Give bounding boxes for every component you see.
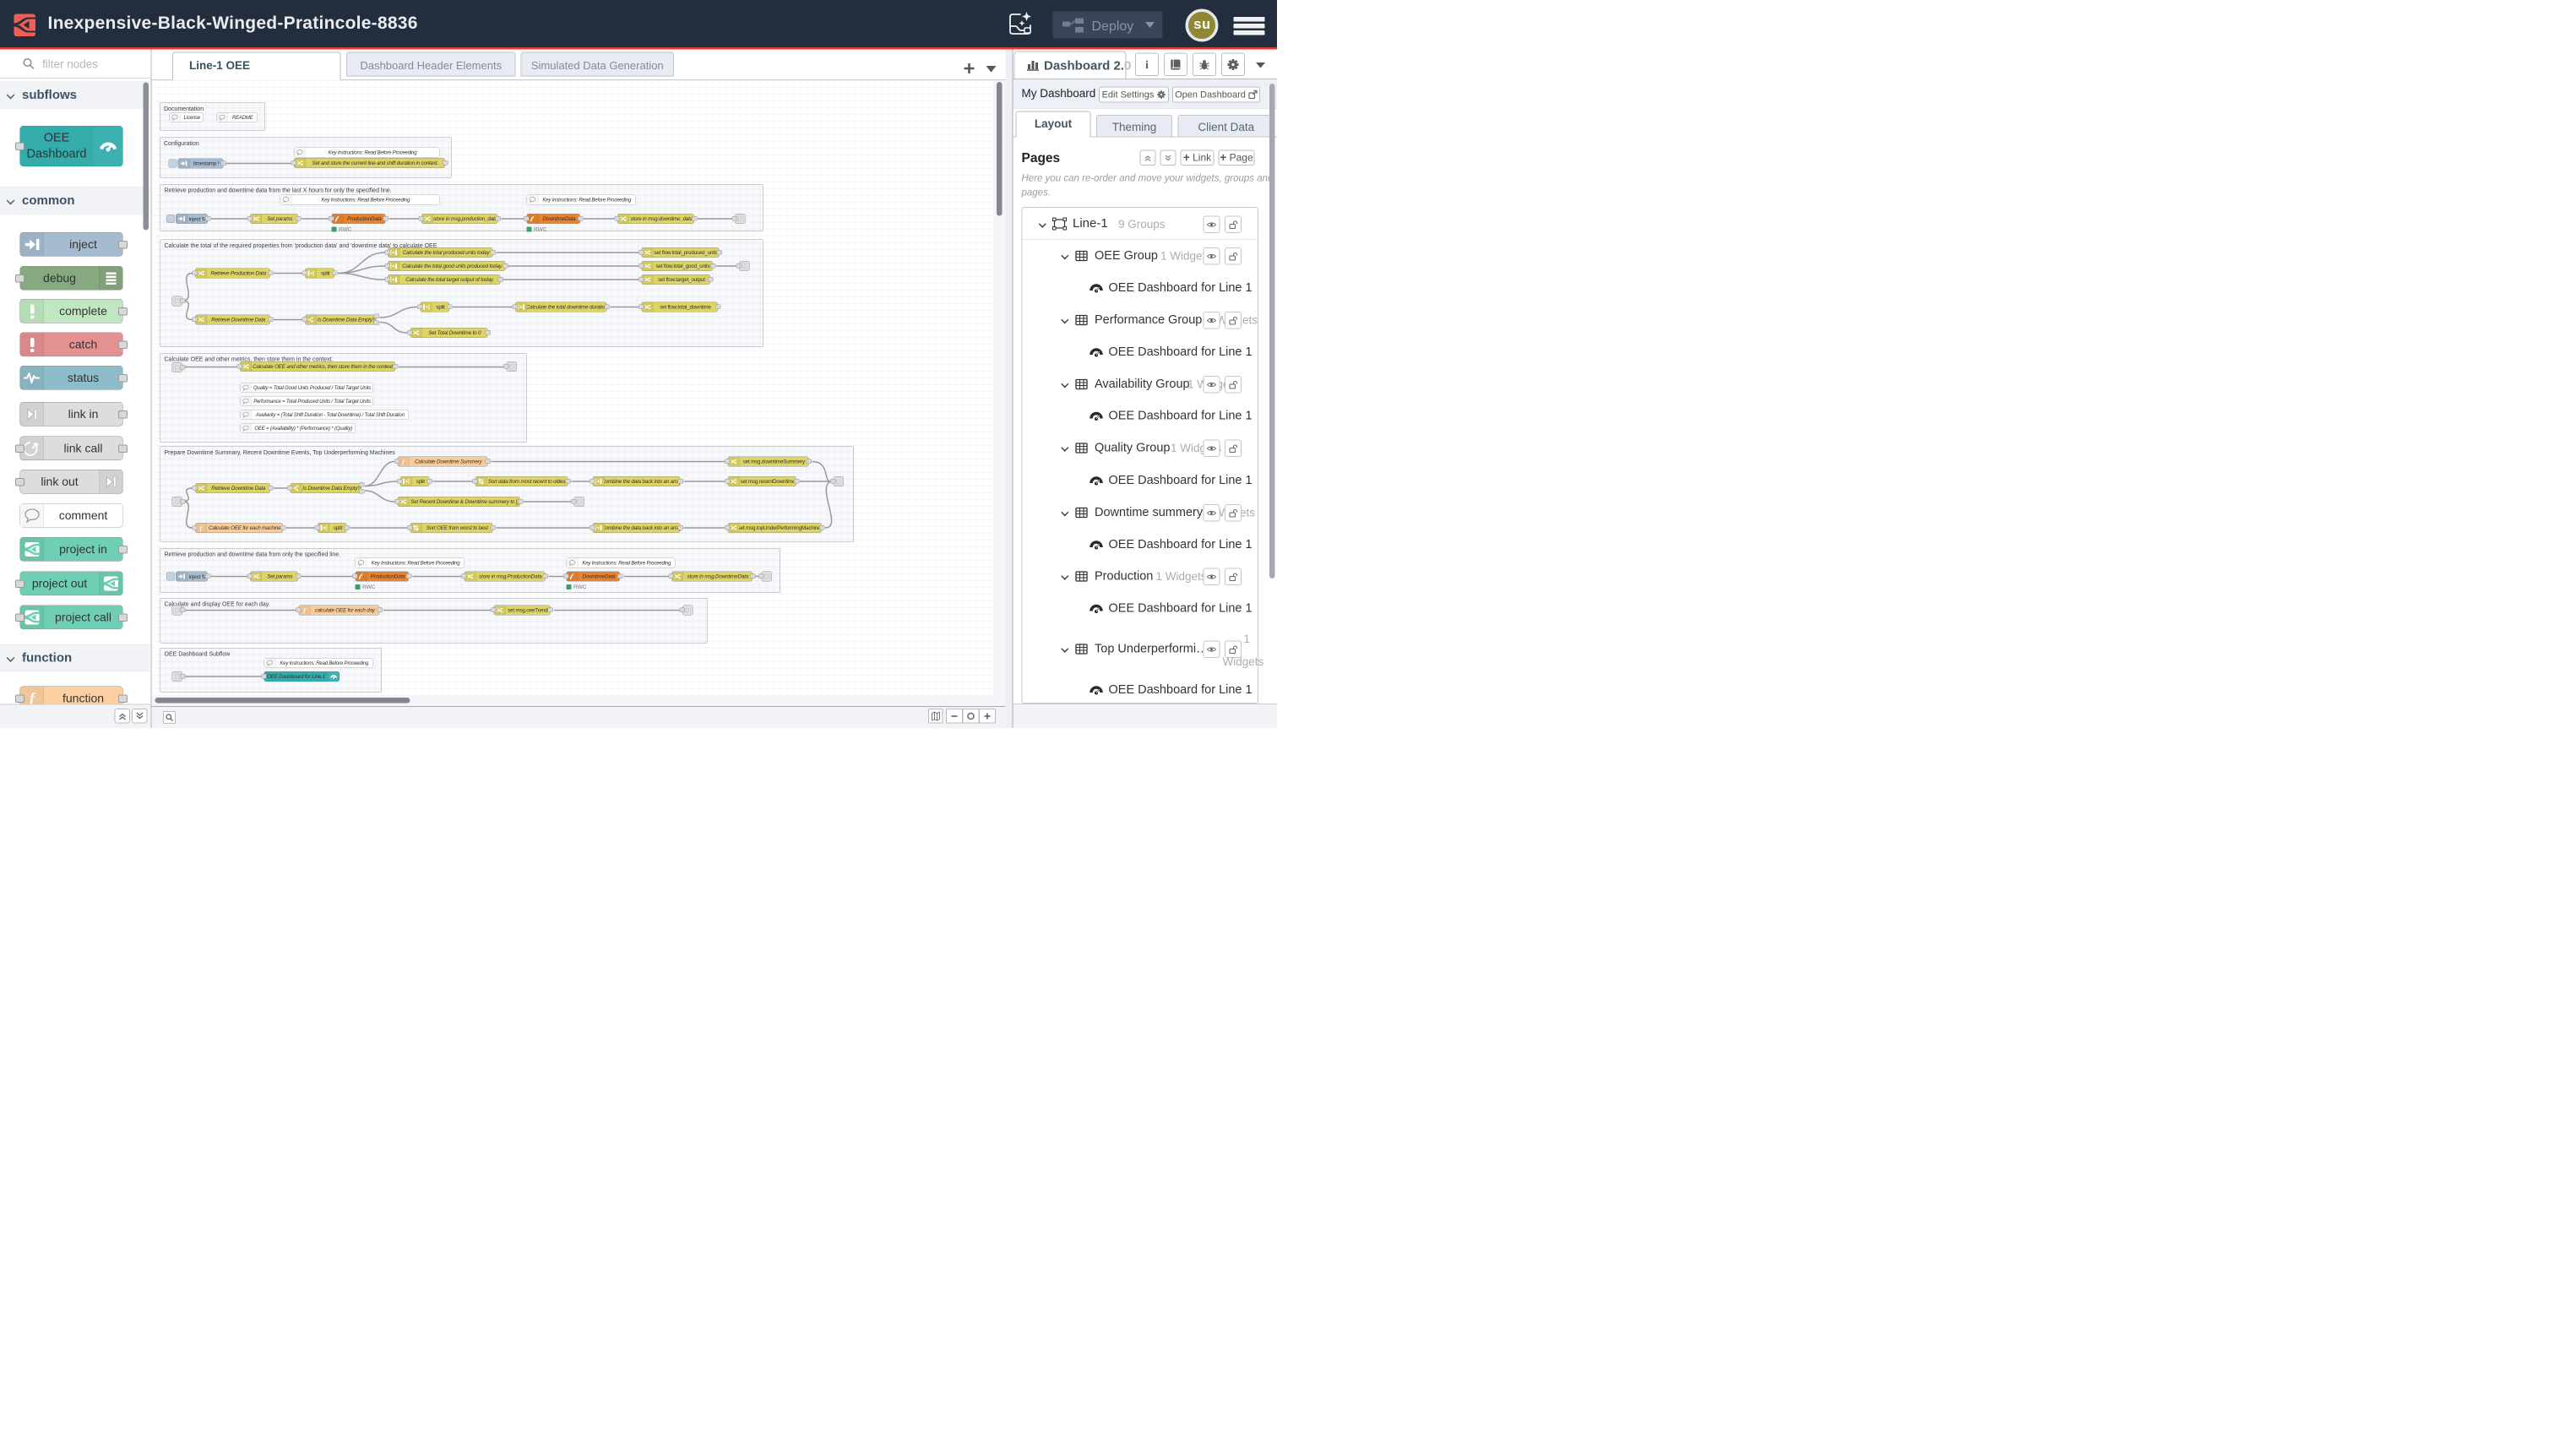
svg-text:f: f: [402, 458, 405, 465]
svg-text:i: i: [1145, 58, 1149, 71]
svg-text:f: f: [200, 524, 204, 532]
svg-text:f: f: [303, 606, 307, 614]
